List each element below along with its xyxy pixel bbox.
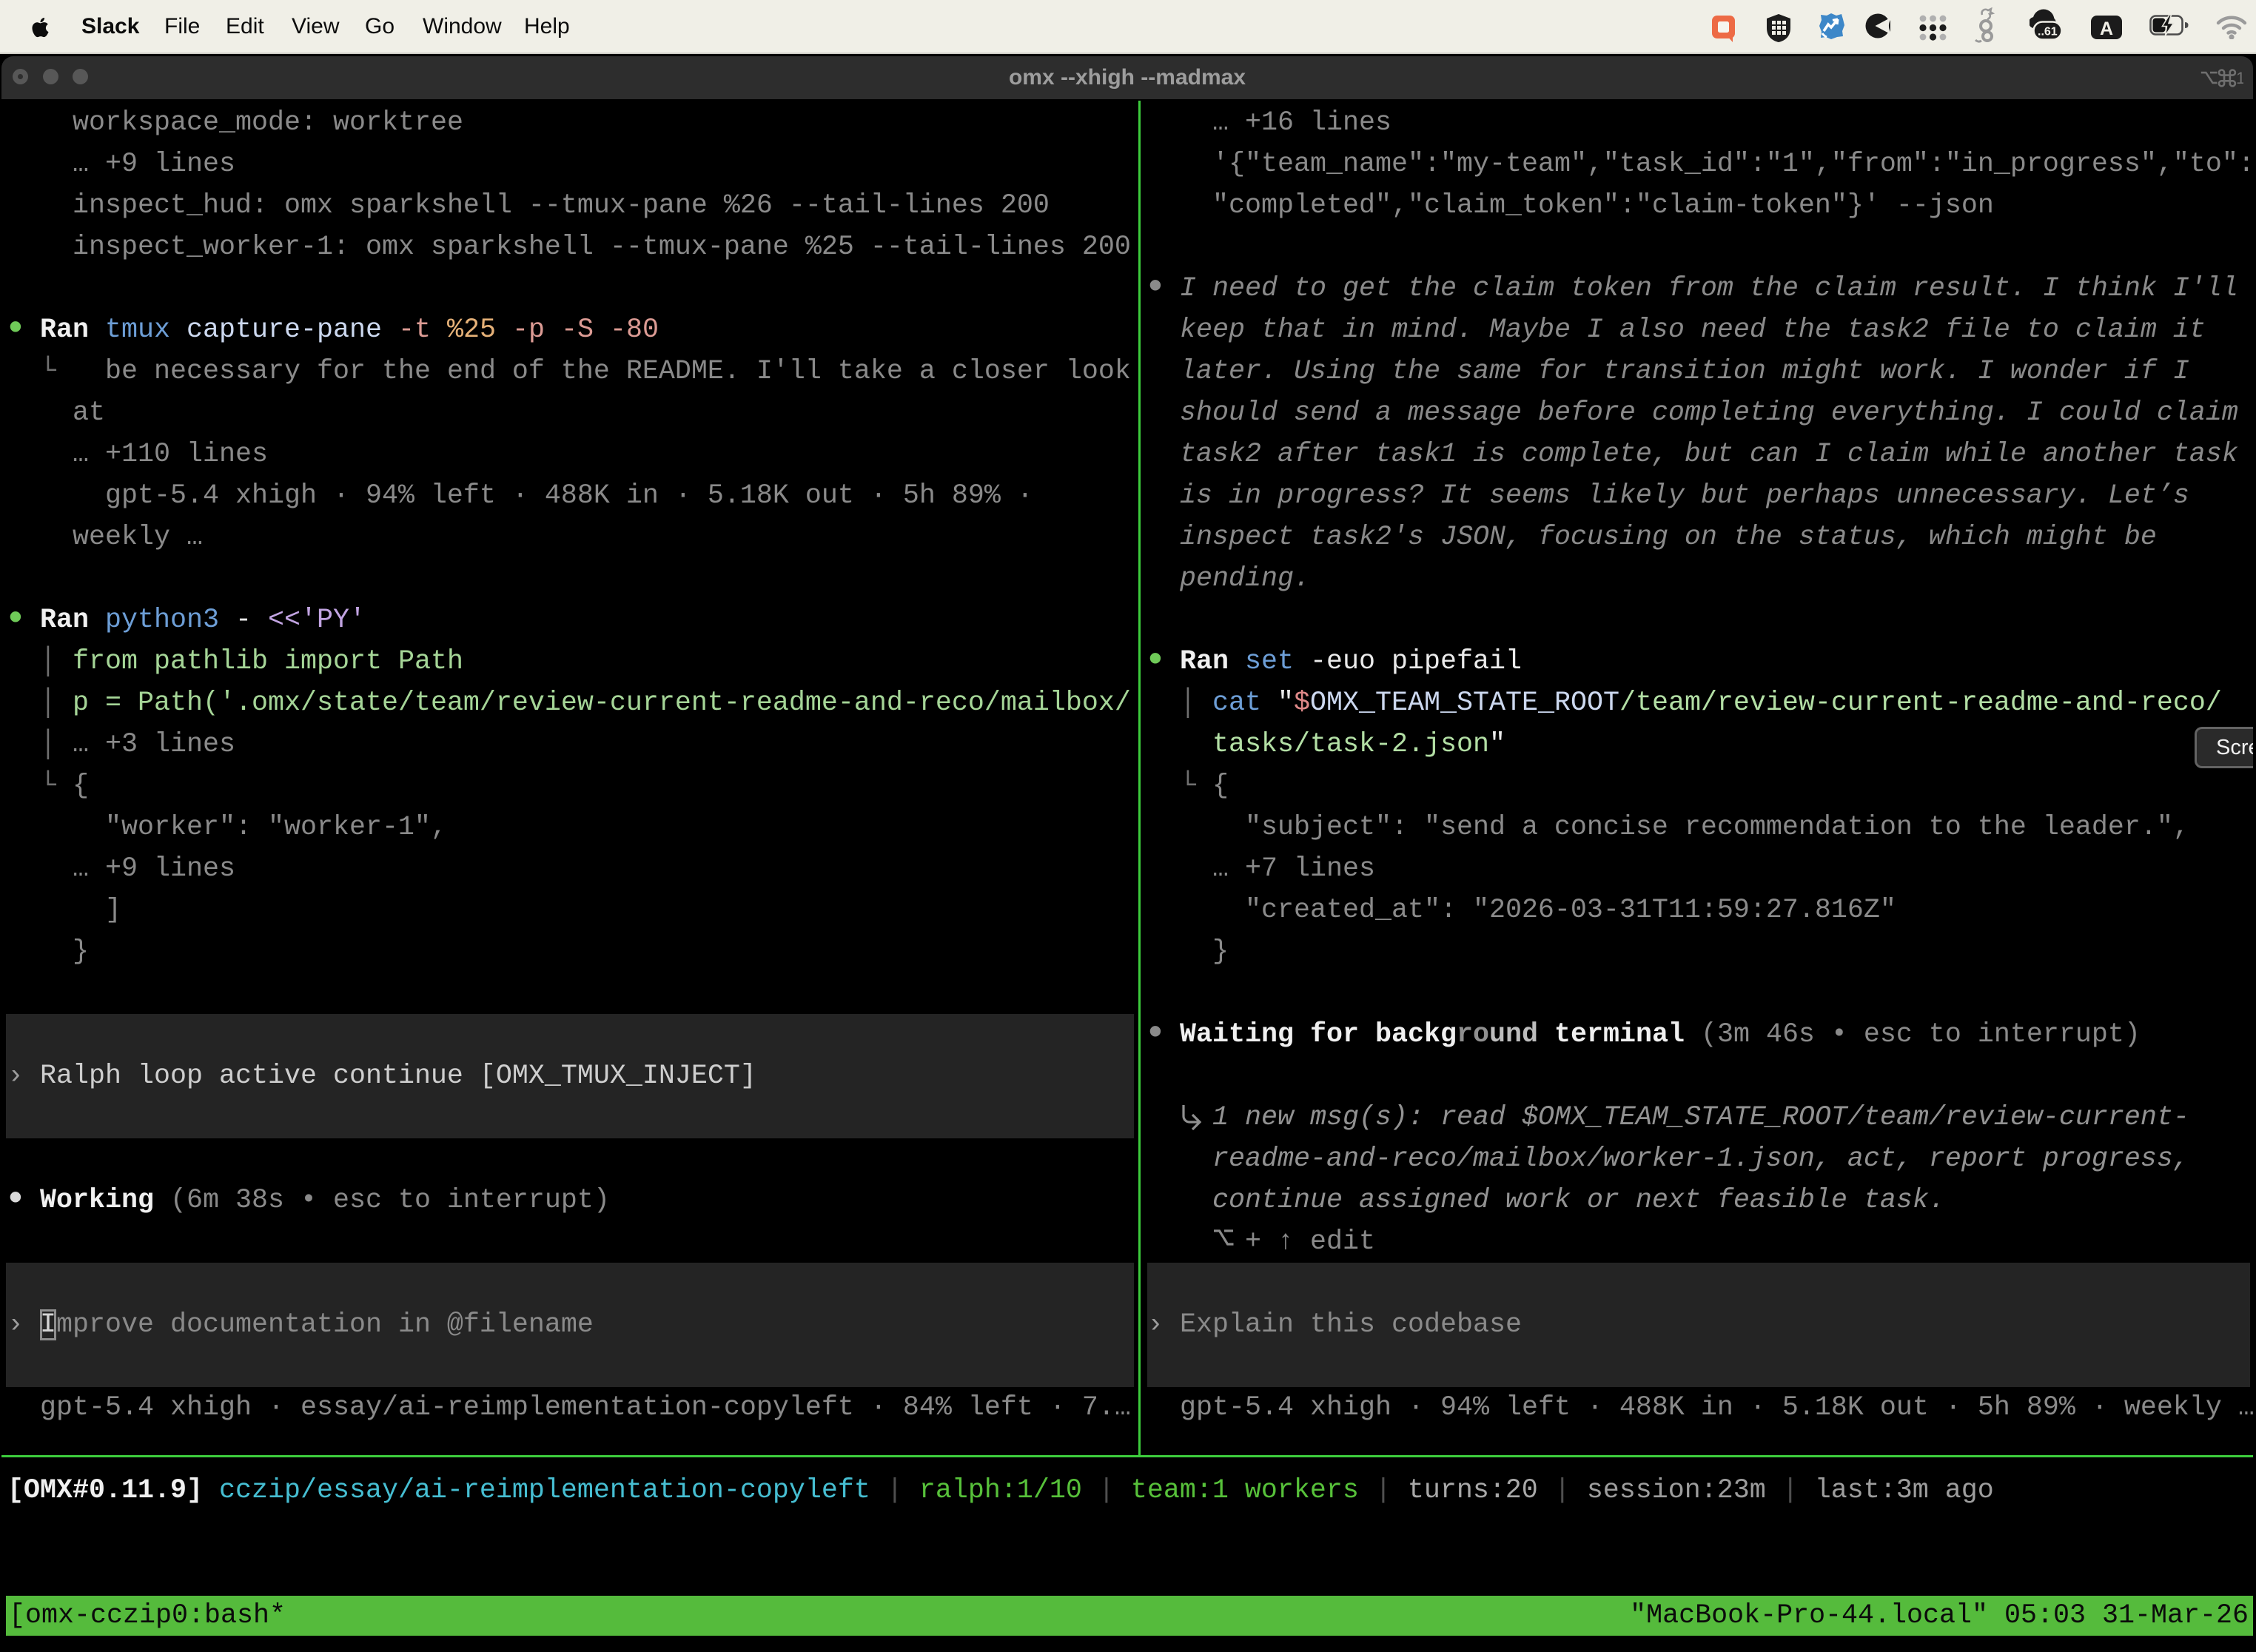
svg-text:..61: ..61	[2038, 26, 2058, 38]
svg-text:A: A	[2100, 19, 2113, 39]
svg-text:1: 1	[2236, 69, 2243, 87]
